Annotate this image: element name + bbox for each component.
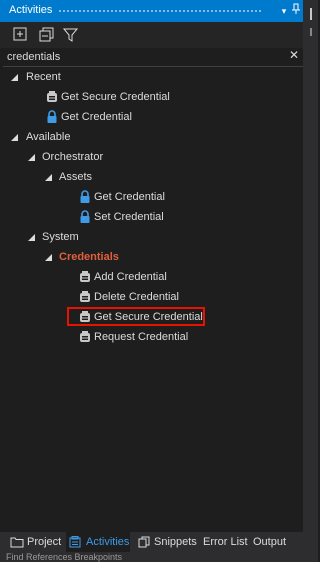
title-grip xyxy=(58,9,261,13)
activity-label: Get Secure Credential xyxy=(61,91,170,103)
status-strip: Find References Breakpoints xyxy=(0,552,318,562)
edge-mark xyxy=(310,8,312,20)
tree-node-available[interactable]: Available xyxy=(0,128,300,146)
activity-item-set-credential[interactable]: Set Credential xyxy=(0,208,300,226)
tree-node-label: Recent xyxy=(26,71,61,83)
tab-label: Activities xyxy=(86,536,130,548)
tab-snippets[interactable]: Snippets xyxy=(136,532,198,552)
snippets-icon xyxy=(138,536,150,548)
activity-item-add-credential[interactable]: Add Credential xyxy=(0,268,300,286)
expanded-arrow-icon[interactable] xyxy=(45,174,53,182)
tree-node-system[interactable]: System xyxy=(0,228,300,246)
expanded-arrow-icon[interactable] xyxy=(28,154,36,162)
collapse-all-icon[interactable] xyxy=(38,26,56,44)
activity-label: Get Credential xyxy=(61,111,132,123)
activity-item-get-credential-recent[interactable]: Get Credential xyxy=(0,108,300,126)
tree-node-label: Credentials xyxy=(59,251,119,263)
activities-panel: Activities ▾ ✕ Recent Get Secure Credent… xyxy=(0,0,304,532)
expanded-arrow-icon[interactable] xyxy=(11,134,19,142)
tab-label: Snippets xyxy=(154,536,197,548)
activity-label: Delete Credential xyxy=(94,291,179,303)
search-box: ✕ xyxy=(3,48,303,67)
tree-node-label: System xyxy=(42,231,79,243)
clear-search-icon[interactable]: ✕ xyxy=(289,48,299,62)
credential-activity-icon xyxy=(80,271,90,282)
tree-node-orchestrator[interactable]: Orchestrator xyxy=(0,148,300,166)
search-input[interactable] xyxy=(7,50,277,64)
tab-label: Project xyxy=(27,536,62,548)
tree-node-label: Assets xyxy=(59,171,93,183)
expanded-arrow-icon[interactable] xyxy=(28,234,36,242)
tab-label: Output xyxy=(253,536,287,548)
expand-all-icon[interactable] xyxy=(12,26,30,44)
lock-icon xyxy=(80,210,90,223)
credential-activity-icon xyxy=(80,291,90,302)
tab-project[interactable]: Project xyxy=(8,532,61,552)
lock-icon xyxy=(47,110,57,123)
adjacent-panel-edge xyxy=(304,0,318,532)
tree-node-label: Orchestrator xyxy=(42,151,104,163)
tab-activities[interactable]: Activities xyxy=(66,532,130,552)
tab-output[interactable]: Output xyxy=(253,532,293,552)
folder-icon xyxy=(10,537,24,548)
bottom-tab-bar: Project Activities Snippets Error List O… xyxy=(0,532,318,552)
tree-node-credentials[interactable]: Credentials xyxy=(0,248,300,266)
activity-label: Add Credential xyxy=(94,271,167,283)
panel-title: Activities xyxy=(9,4,53,16)
filter-icon[interactable] xyxy=(62,26,80,44)
activity-label: Get Credential xyxy=(94,191,165,203)
tree-node-recent[interactable]: Recent xyxy=(0,68,300,86)
panel-toolbar xyxy=(0,22,303,48)
status-text: Find References Breakpoints xyxy=(6,552,123,562)
tab-error-list[interactable]: Error List xyxy=(203,532,251,552)
expanded-arrow-icon[interactable] xyxy=(45,254,53,262)
pin-icon[interactable] xyxy=(289,3,303,19)
activity-label: Set Credential xyxy=(94,211,164,223)
tree-node-assets[interactable]: Assets xyxy=(0,168,300,186)
highlight-box xyxy=(67,307,205,326)
edge-mark xyxy=(310,28,312,36)
activity-item-get-credential-assets[interactable]: Get Credential xyxy=(0,188,300,206)
credential-activity-icon xyxy=(47,91,57,102)
activity-item-get-secure-credential-recent[interactable]: Get Secure Credential xyxy=(0,88,300,106)
activity-item-delete-credential[interactable]: Delete Credential xyxy=(0,288,300,306)
tree-node-label: Available xyxy=(26,131,71,143)
credential-activity-icon xyxy=(80,331,90,342)
activities-icon xyxy=(69,536,81,548)
panel-title-bar[interactable]: Activities ▾ xyxy=(0,0,303,22)
tab-label: Error List xyxy=(203,536,248,548)
activity-label: Request Credential xyxy=(94,331,189,343)
expanded-arrow-icon[interactable] xyxy=(11,74,19,82)
activity-item-request-credential[interactable]: Request Credential xyxy=(0,328,300,346)
lock-icon xyxy=(80,190,90,203)
